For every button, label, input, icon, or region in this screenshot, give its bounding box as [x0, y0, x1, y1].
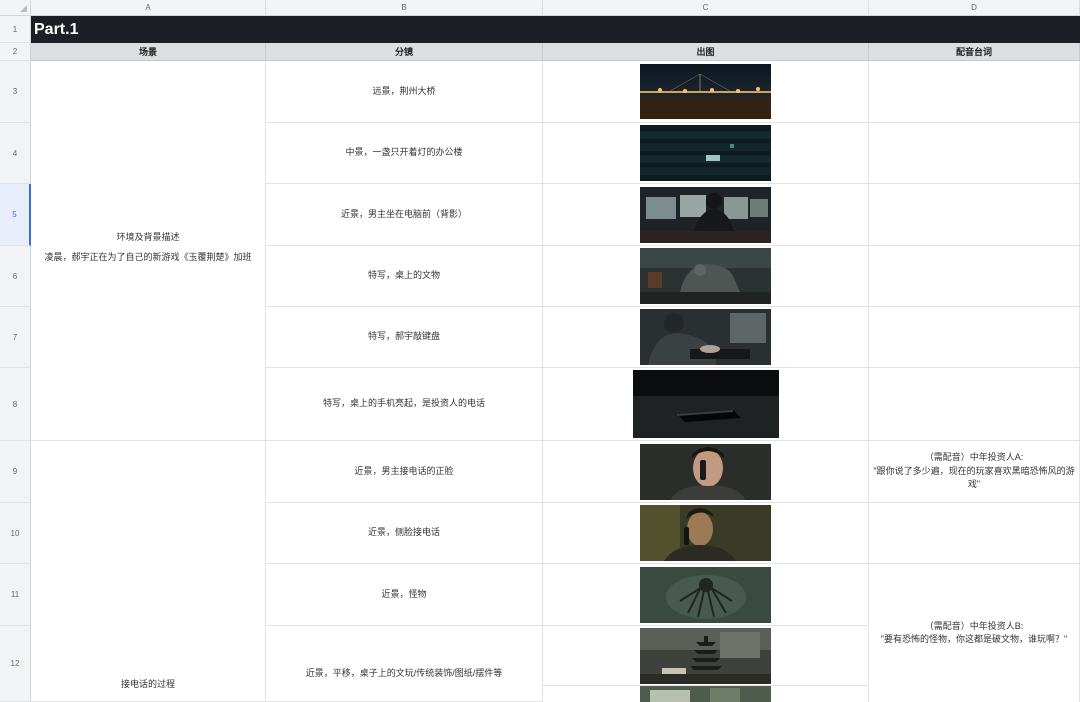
man-at-computer-image — [640, 186, 771, 243]
dialogue-cell-empty[interactable] — [869, 184, 1080, 246]
man-phone-side-image — [640, 505, 771, 561]
man-phone-front-image — [640, 443, 771, 500]
dialogue-speaker: （需配音）中年投资人B: — [924, 620, 1024, 631]
row-header-5[interactable]: 5 — [0, 184, 31, 246]
image-cell[interactable] — [543, 307, 869, 368]
image-cell[interactable] — [543, 61, 869, 123]
image-cell[interactable] — [543, 503, 869, 564]
shot-cell[interactable]: 近景，男主坐在电脑前（背影） — [266, 184, 543, 246]
desk-artifact-image — [640, 248, 771, 304]
dialogue-text: "跟你说了多少遍，现在的玩家喜欢黑暗恐怖风的游戏" — [873, 465, 1075, 490]
row-header-7[interactable]: 7 — [0, 307, 31, 368]
part-title-cell[interactable]: Part.1 — [31, 16, 1080, 43]
row-header-1[interactable]: 1 — [0, 16, 31, 43]
image-cell[interactable] — [543, 564, 869, 626]
row-header-2[interactable]: 2 — [0, 43, 31, 61]
header-dialogue[interactable]: 配音台词 — [869, 43, 1080, 61]
dialogue-cell-empty[interactable] — [869, 503, 1080, 564]
image-cell[interactable] — [543, 686, 869, 702]
image-cell[interactable] — [543, 246, 869, 307]
desk-items-image — [640, 686, 771, 702]
shot-cell[interactable]: 近景，怪物 — [266, 564, 543, 626]
image-cell[interactable] — [543, 184, 869, 246]
shot-cell[interactable]: 特写，桌上的手机亮起，是投资人的电话 — [266, 368, 543, 441]
row-header-6[interactable]: 6 — [0, 246, 31, 307]
bridge-night-image — [640, 64, 771, 119]
shot-cell[interactable]: 特写，郝宇敲键盘 — [266, 307, 543, 368]
header-image[interactable]: 出图 — [543, 43, 869, 61]
scene-cell-1[interactable]: 环境及背景描述 凌晨，郝宇正在为了自己的新游戏《玉覆荆楚》加班 — [31, 61, 266, 441]
header-scene[interactable]: 场景 — [31, 43, 266, 61]
row-header-3[interactable]: 3 — [0, 61, 31, 123]
scene-1-description: 凌晨，郝宇正在为了自己的新游戏《玉覆荆楚》加班 — [44, 251, 252, 262]
image-cell[interactable] — [543, 626, 869, 686]
office-building-image — [640, 125, 771, 181]
dialogue-cell-investor-a[interactable]: （需配音）中年投资人A: "跟你说了多少遍，现在的玩家喜欢黑暗恐怖风的游戏" — [869, 441, 1080, 503]
scene-2-title: 接电话的过程 — [120, 678, 175, 689]
shot-cell[interactable]: 近景，侧脸接电话 — [266, 503, 543, 564]
phone-on-desk-image — [632, 370, 779, 438]
image-cell[interactable] — [543, 441, 869, 503]
dialogue-speaker: （需配音）中年投资人A: — [924, 452, 1024, 463]
dialogue-cell-investor-b[interactable]: （需配音）中年投资人B: "要有恐怖的怪物，你这都是破文物，谁玩啊？" — [869, 564, 1080, 702]
row-header-12[interactable]: 12 — [0, 626, 31, 702]
scene-1-title: 环境及背景描述 — [116, 232, 180, 242]
monster-image — [640, 566, 771, 623]
column-header-d[interactable]: D — [869, 0, 1080, 16]
column-header-c[interactable]: C — [543, 0, 869, 16]
typing-keyboard-image — [640, 309, 771, 365]
shot-cell[interactable]: 中景，一盏只开着灯的办公楼 — [266, 123, 543, 184]
scene-cell-2[interactable]: 接电话的过程 — [31, 441, 266, 702]
dialogue-cell-empty[interactable] — [869, 61, 1080, 123]
row-header-4[interactable]: 4 — [0, 123, 31, 184]
dialogue-cell-empty[interactable] — [869, 246, 1080, 307]
column-header-b[interactable]: B — [266, 0, 543, 16]
dialogue-cell-empty[interactable] — [869, 123, 1080, 184]
row-header-8[interactable]: 8 — [0, 368, 31, 441]
shot-cell[interactable]: 近景，平移，桌子上的文玩/传统装饰/图纸/摆件等 — [266, 626, 543, 702]
dialogue-cell-empty[interactable] — [869, 307, 1080, 368]
shot-cell[interactable]: 近景，男主接电话的正脸 — [266, 441, 543, 503]
header-shot[interactable]: 分镜 — [266, 43, 543, 61]
column-header-a[interactable]: A — [31, 0, 266, 16]
image-cell[interactable] — [543, 368, 869, 441]
row-header-9[interactable]: 9 — [0, 441, 31, 503]
shot-cell[interactable]: 特写，桌上的文物 — [266, 246, 543, 307]
shot-cell[interactable]: 远景，荆州大桥 — [266, 61, 543, 123]
row-header-10[interactable]: 10 — [0, 503, 31, 564]
dialogue-cell-empty[interactable] — [869, 368, 1080, 441]
row-header-11[interactable]: 11 — [0, 564, 31, 626]
image-cell[interactable] — [543, 123, 869, 184]
select-all-corner[interactable] — [0, 0, 31, 16]
dialogue-text: "要有恐怖的怪物，你这都是破文物，谁玩啊？" — [880, 634, 1068, 644]
pagoda-ornament-image — [640, 627, 771, 684]
